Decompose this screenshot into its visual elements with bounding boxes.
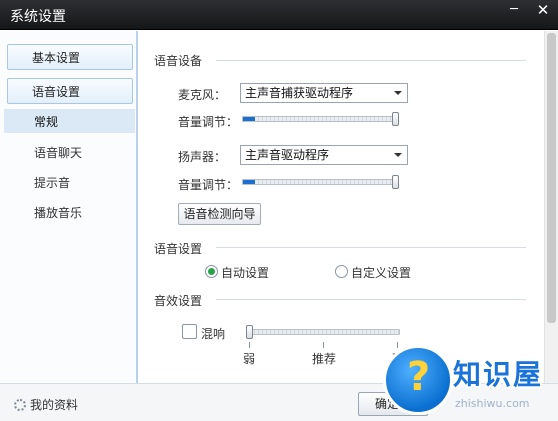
reverb-checkbox[interactable]: [182, 324, 197, 339]
speaker-volume-slider[interactable]: [242, 175, 400, 189]
sidebar-item-voice-chat[interactable]: 语音聊天: [4, 140, 135, 164]
auto-setting-radio[interactable]: [205, 265, 218, 278]
slider-tick: [249, 342, 250, 348]
question-mark-icon: ?: [383, 345, 453, 415]
watermark-brand: 知识屋: [453, 358, 544, 391]
slider-fill: [243, 117, 255, 121]
reverb-label[interactable]: 混响: [201, 325, 225, 342]
auto-setting-label[interactable]: 自动设置: [221, 264, 269, 281]
chevron-down-icon: [394, 91, 402, 95]
slider-thumb[interactable]: [392, 175, 399, 189]
custom-setting-label[interactable]: 自定义设置: [351, 264, 411, 281]
slider-track: [246, 329, 400, 335]
mic-label: 麦克风：: [178, 88, 227, 102]
section-divider: [216, 299, 526, 300]
voice-setting-section-title: 语音设置: [154, 242, 203, 256]
chevron-down-icon: [394, 153, 402, 157]
watermark-domain: zhishiwu.com: [455, 397, 530, 410]
gear-icon: [14, 398, 26, 411]
slider-thumb[interactable]: [392, 112, 399, 126]
scrollbar-thumb[interactable]: [547, 33, 556, 323]
watermark-logo: ? 知识屋 zhishiwu.com: [383, 345, 558, 421]
reverb-slider[interactable]: [246, 325, 406, 339]
mic-select[interactable]: 主声音捕获驱动程序: [240, 83, 408, 103]
vertical-scrollbar[interactable]: [544, 31, 558, 383]
sound-effect-section-title: 音效设置: [154, 294, 203, 308]
minimize-button[interactable]: ─: [500, 0, 528, 22]
voice-device-section-title: 语音设备: [154, 54, 203, 68]
sidebar-item-play-music[interactable]: 播放音乐: [4, 200, 135, 224]
mic-volume-slider[interactable]: [242, 112, 400, 126]
settings-content: 语音设备 麦克风： 主声音捕获驱动程序 音量调节： 扬声器： 主声音驱动程序 音…: [140, 31, 544, 383]
voice-wizard-button[interactable]: 语音检测向导: [178, 203, 261, 225]
sidebar-voice-settings-button[interactable]: 语音设置: [7, 78, 133, 104]
sidebar: 基本设置 语音设置 常规 语音聊天 提示音 播放音乐: [0, 31, 138, 383]
custom-setting-radio[interactable]: [335, 265, 348, 278]
sidebar-item-general[interactable]: 常规: [4, 109, 135, 133]
slider-fill: [243, 180, 255, 184]
close-button[interactable]: ✕: [529, 0, 557, 22]
tick-label-weak: 弱: [243, 352, 256, 366]
sidebar-basic-settings-button[interactable]: 基本设置: [7, 44, 133, 70]
my-profile-link[interactable]: 我的资料: [14, 396, 78, 413]
mic-select-value: 主声音捕获驱动程序: [245, 86, 354, 100]
speaker-volume-label: 音量调节：: [178, 178, 239, 192]
slider-track: [242, 116, 394, 122]
section-divider: [216, 247, 526, 248]
speaker-select[interactable]: 主声音驱动程序: [240, 145, 408, 165]
slider-track: [242, 179, 394, 185]
mic-volume-label: 音量调节：: [178, 115, 239, 129]
tick-label-recommended: 推荐: [312, 352, 337, 366]
speaker-label: 扬声器：: [178, 150, 227, 164]
section-divider: [216, 60, 526, 61]
my-profile-label: 我的资料: [30, 398, 79, 412]
title-bar: 系统设置 ─ ✕: [0, 0, 558, 30]
window-title: 系统设置: [10, 9, 66, 25]
speaker-select-value: 主声音驱动程序: [245, 148, 330, 162]
sidebar-item-notification-sound[interactable]: 提示音: [4, 170, 135, 194]
slider-thumb[interactable]: [246, 325, 253, 339]
slider-tick: [323, 342, 324, 348]
